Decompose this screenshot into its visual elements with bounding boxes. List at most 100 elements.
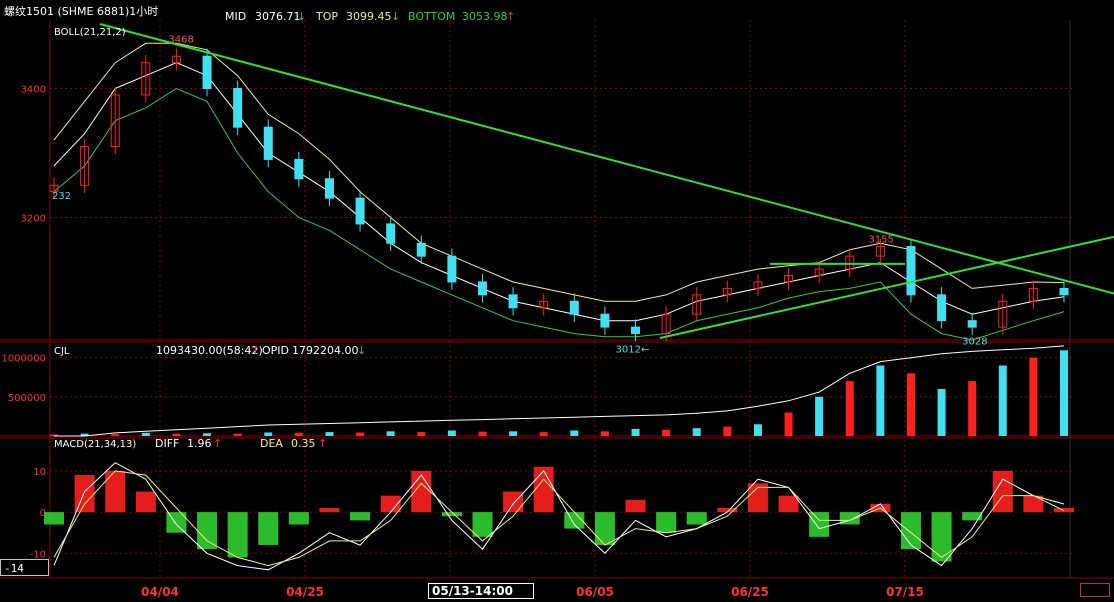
top-value: 3099.45 [346, 10, 392, 23]
macd-histogram-bar [350, 512, 371, 521]
macd-histogram-bar [44, 512, 64, 525]
volume-bar [631, 428, 640, 436]
volume-bar [723, 426, 732, 436]
candle-body [386, 223, 396, 244]
symbol-title: 螺纹1501 (SHME 6881)1小时 [4, 4, 158, 18]
macd-y-tick-label: 10 [33, 467, 46, 478]
volume-bar [325, 432, 334, 436]
macd-histogram-bar [686, 512, 707, 525]
candle-body [508, 294, 518, 309]
x-tick-label: 04/04 [141, 585, 179, 599]
cursor-value-box: -14 [0, 559, 49, 576]
candle-body [233, 87, 243, 128]
volume-bar [478, 431, 487, 436]
peak-annotation: 3155 [868, 234, 893, 245]
diff-value: 1.96 [187, 437, 212, 450]
volume-bar [662, 429, 671, 436]
macd-histogram-bar [135, 491, 156, 513]
boll-indicator-label: BOLL(21,21,2) [54, 27, 126, 38]
x-tick-label: 04/25 [286, 585, 324, 599]
y-tick-label: 3400 [21, 84, 46, 95]
macd-histogram-bar [227, 512, 248, 558]
candle-body [967, 320, 977, 328]
volume-bar [264, 432, 273, 436]
macd-histogram-bar [594, 512, 615, 546]
candle-body [937, 294, 947, 322]
mid-value: 3076.71 [255, 10, 301, 23]
candle-body [202, 55, 212, 89]
candle-body [294, 158, 304, 180]
macd-label: MACD(21,34,13) [54, 439, 136, 450]
volume-bar [386, 431, 395, 436]
macd-histogram-bar [533, 466, 554, 513]
volume-bar [815, 396, 824, 436]
diff-arrow: ↑ [213, 437, 222, 450]
macd-histogram-bar [1023, 495, 1044, 513]
macd-histogram-bar [1054, 508, 1074, 513]
low2-annotation: 3028 [962, 336, 987, 347]
volume-bar [294, 432, 303, 436]
volume-bar [753, 424, 762, 436]
dea-value: 0.35 [291, 437, 316, 450]
scroll-right-button[interactable] [1080, 583, 1110, 597]
cursor-date-box: 05/13-14:00 [428, 583, 534, 599]
candle-body [569, 300, 579, 315]
macd-histogram-bar [503, 491, 524, 513]
vol-y-tick-label: 1000000 [1, 354, 46, 365]
macd-histogram-bar [656, 512, 677, 533]
macd-histogram-bar [625, 499, 646, 513]
opid-value: 1792204.00 [292, 344, 358, 357]
downtrend-line [99, 23, 1114, 295]
candle-body [631, 326, 641, 335]
volume-bar [600, 431, 609, 436]
left-annotation: 232 [52, 191, 71, 202]
macd-histogram-bar [900, 512, 921, 550]
low-annotation: 3012← [616, 345, 650, 356]
volume-bar [845, 381, 854, 436]
candle-body [447, 255, 457, 283]
volume-bar [1060, 350, 1068, 436]
chart-svg: 3400 3200 3468 232 3012← 3155 3028 1000000 50000… [0, 4, 1114, 599]
volume-value: 1093430.00(58:42) [156, 344, 263, 357]
candle-body [416, 242, 426, 257]
macd-histogram-bar [992, 470, 1013, 513]
y-tick-label: 3200 [21, 213, 46, 224]
volume-label: CJL [54, 346, 70, 357]
macd-histogram-bar [809, 512, 830, 537]
macd-histogram-bar [778, 495, 799, 513]
candle-body [324, 178, 334, 199]
macd-histogram-bar [931, 512, 952, 562]
bottom-label: BOTTOM [408, 10, 455, 23]
high-annotation: 3468 [168, 35, 193, 46]
macd-histogram-bar [962, 512, 983, 521]
candle-body [263, 126, 273, 160]
mid-label: MID [225, 10, 246, 23]
volume-bar [111, 434, 120, 436]
top-arrow: ↓ [391, 10, 400, 23]
volume-bar [417, 432, 426, 436]
volume-bar [570, 430, 579, 436]
chart-root: 3400 3200 3468 232 3012← 3155 3028 1000000 50000… [0, 0, 1114, 599]
opid-arrow: ↓ [357, 344, 366, 357]
uptrend-line [659, 235, 1114, 339]
diff-label: DIFF [155, 437, 179, 450]
candle-body [477, 281, 487, 296]
volume-bar [937, 389, 946, 436]
volume-bar [998, 365, 1007, 436]
bottom-value: 3053.98 [462, 10, 508, 23]
x-tick-label: 06/05 [576, 585, 614, 599]
x-tick-label: 06/25 [731, 585, 769, 599]
volume-bar [784, 412, 793, 436]
volume-bar [906, 373, 915, 436]
bottom-arrow: ↑ [506, 10, 515, 23]
boll-bottom-line [53, 87, 1065, 341]
volume-bar [447, 430, 456, 436]
macd-histogram-bar [258, 512, 279, 546]
vol-y-tick-label: 500000 [8, 393, 46, 404]
dea-arrow: ↑ [318, 437, 327, 450]
macd-histogram-bar [197, 512, 218, 550]
volume-arrow: ↑ [251, 344, 260, 357]
macd-histogram-bar [319, 508, 340, 513]
volume-bar [203, 433, 212, 436]
volume-bar [356, 432, 365, 436]
